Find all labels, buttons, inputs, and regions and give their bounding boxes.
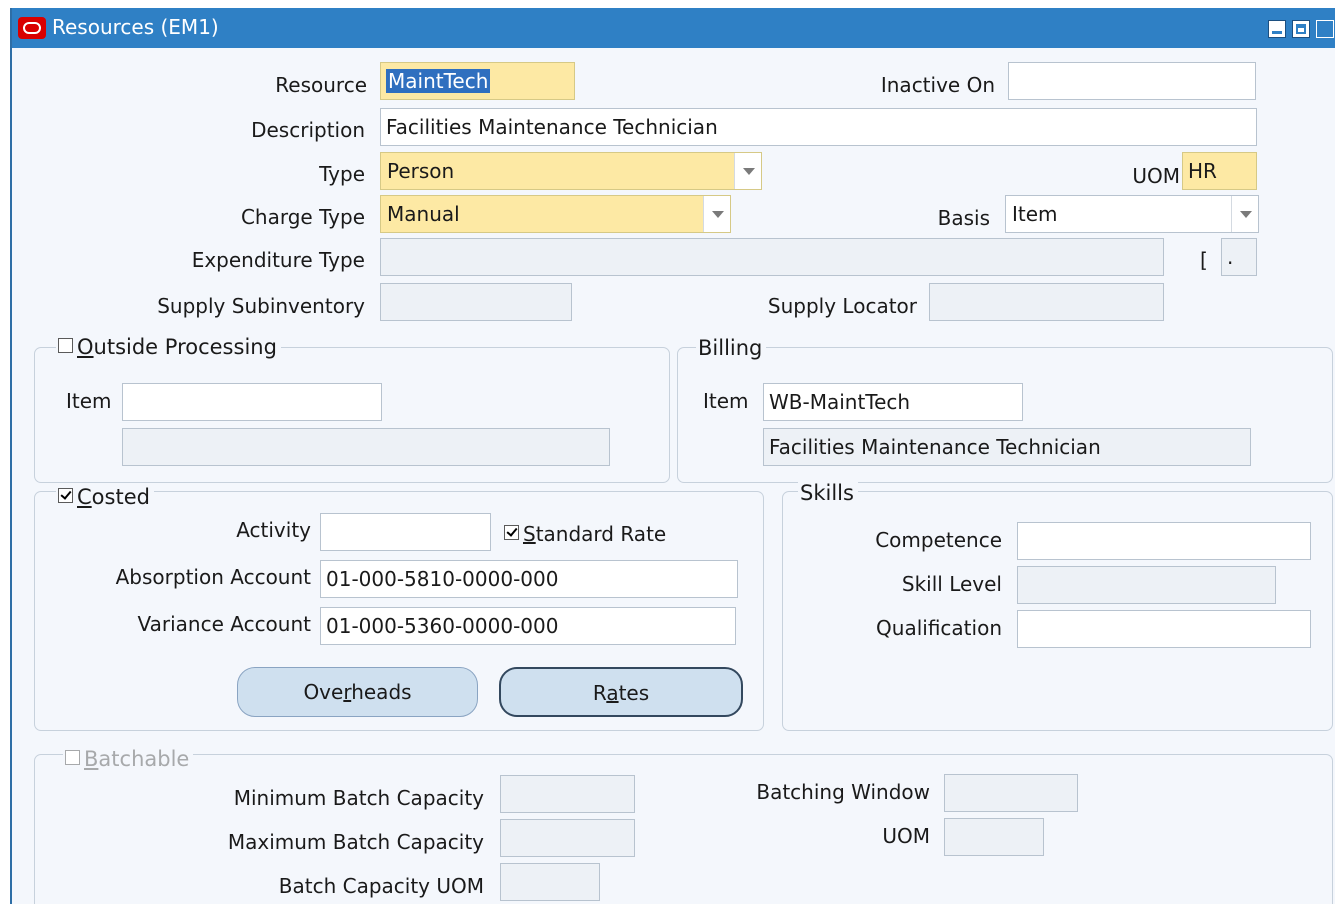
batching-window-label: Batching Window xyxy=(756,780,930,804)
minimize-icon[interactable] xyxy=(1268,20,1286,38)
variance-account-field[interactable]: 01-000-5360-0000-000 xyxy=(320,607,736,645)
variance-account-label: Variance Account xyxy=(137,612,311,636)
oracle-logo-icon xyxy=(18,17,46,39)
costed-title: Costed xyxy=(56,484,154,510)
expenditure-type-label: Expenditure Type xyxy=(191,248,365,272)
max-batch-capacity-field[interactable] xyxy=(500,819,635,857)
qualification-label: Qualification xyxy=(876,616,1002,640)
inactive-on-field[interactable] xyxy=(1008,62,1256,100)
supply-locator-label: Supply Locator xyxy=(767,294,917,318)
supply-locator-field[interactable] xyxy=(929,283,1164,321)
skill-level-field[interactable] xyxy=(1017,566,1276,604)
outside-processing-title: Outside Processing xyxy=(56,334,281,360)
resource-label: Resource xyxy=(275,73,367,97)
expenditure-type-field[interactable] xyxy=(380,238,1164,276)
billing-item-description-field[interactable]: Facilities Maintenance Technician xyxy=(763,428,1251,466)
activity-label: Activity xyxy=(236,518,311,542)
description-field[interactable]: Facilities Maintenance Technician xyxy=(380,108,1257,146)
op-item-field[interactable] xyxy=(122,383,382,421)
supply-subinventory-field[interactable] xyxy=(380,283,572,321)
description-label: Description xyxy=(251,118,365,142)
min-batch-capacity-label: Minimum Batch Capacity xyxy=(233,786,484,810)
resource-field[interactable]: MaintTech xyxy=(380,62,575,100)
competence-field[interactable] xyxy=(1017,522,1311,560)
batch-capacity-uom-field[interactable] xyxy=(500,863,600,901)
skill-level-label: Skill Level xyxy=(901,572,1002,596)
charge-type-label: Charge Type xyxy=(240,205,365,229)
billing-item-label: Item xyxy=(703,389,749,413)
standard-rate-option[interactable]: Standard Rate xyxy=(504,522,666,546)
batch-uom-label: UOM xyxy=(882,824,930,848)
op-item-label: Item xyxy=(66,389,112,413)
skills-title: Skills xyxy=(798,480,858,506)
type-label: Type xyxy=(319,162,365,186)
overheads-button[interactable]: Overheads xyxy=(237,667,478,717)
max-batch-capacity-label: Maximum Batch Capacity xyxy=(227,830,484,854)
competence-label: Competence xyxy=(875,528,1002,552)
charge-type-select[interactable]: Manual xyxy=(380,195,731,233)
close-icon[interactable] xyxy=(1316,20,1334,38)
batch-uom-field[interactable] xyxy=(944,818,1044,856)
rates-button[interactable]: Rates xyxy=(499,667,743,717)
type-select[interactable]: Person xyxy=(380,152,762,190)
bracket-text: [ xyxy=(1200,248,1208,272)
standard-rate-checkbox[interactable] xyxy=(504,525,519,540)
basis-select[interactable]: Item xyxy=(1005,195,1259,233)
uom-label: UOM xyxy=(1132,164,1180,188)
chevron-down-icon[interactable] xyxy=(1231,196,1258,232)
uom-field[interactable]: HR xyxy=(1182,152,1257,190)
activity-field[interactable] xyxy=(320,513,491,551)
descriptive-flexfield[interactable]: . xyxy=(1221,238,1257,276)
op-item-description-field[interactable] xyxy=(122,428,610,466)
outside-processing-checkbox[interactable] xyxy=(58,338,73,353)
resources-window: Resources (EM1) Resource MaintTech Inact… xyxy=(10,8,1335,904)
absorption-account-field[interactable]: 01-000-5810-0000-000 xyxy=(320,560,738,598)
costed-checkbox[interactable] xyxy=(58,488,73,503)
billing-item-field[interactable]: WB-MaintTech xyxy=(763,383,1023,421)
basis-label: Basis xyxy=(937,206,990,230)
chevron-down-icon[interactable] xyxy=(734,153,761,189)
qualification-field[interactable] xyxy=(1017,610,1311,648)
absorption-account-label: Absorption Account xyxy=(115,565,311,589)
supply-subinventory-label: Supply Subinventory xyxy=(157,294,365,318)
chevron-down-icon[interactable] xyxy=(703,196,730,232)
min-batch-capacity-field[interactable] xyxy=(500,775,635,813)
window-title: Resources (EM1) xyxy=(52,15,219,39)
batching-window-field[interactable] xyxy=(944,774,1078,812)
title-bar: Resources (EM1) xyxy=(12,8,1335,48)
batchable-title: Batchable xyxy=(63,746,194,772)
batch-capacity-uom-label: Batch Capacity UOM xyxy=(278,874,484,898)
billing-title: Billing xyxy=(696,335,767,361)
inactive-on-label: Inactive On xyxy=(880,73,995,97)
maximize-icon[interactable] xyxy=(1292,20,1310,38)
batchable-checkbox[interactable] xyxy=(65,750,80,765)
